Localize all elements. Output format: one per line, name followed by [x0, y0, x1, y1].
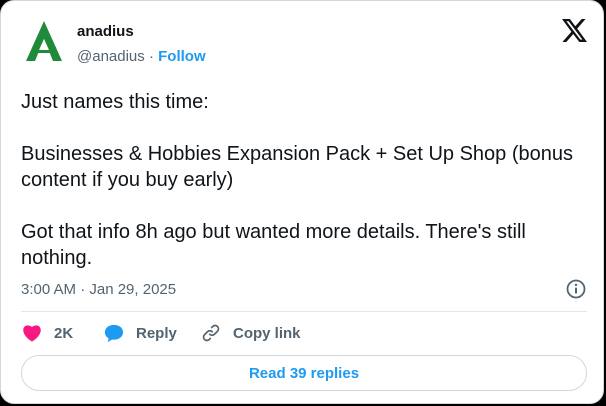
divider	[21, 311, 587, 312]
handle-separator: ·	[144, 48, 159, 65]
reply-label: Reply	[136, 324, 177, 342]
author-handle-row: @anadius · Follow	[77, 48, 206, 65]
author-handle[interactable]: @anadius	[77, 48, 145, 65]
x-logo-icon[interactable]	[562, 19, 587, 42]
tweet-card: anadius @anadius · Follow Just names thi…	[0, 0, 604, 404]
like-count: 2K	[54, 324, 74, 342]
copy-link-button[interactable]: Copy link	[201, 321, 301, 345]
info-icon[interactable]	[565, 278, 587, 300]
tweet-text: Just names this time: Businesses & Hobbi…	[21, 91, 573, 269]
speech-bubble-icon	[104, 324, 124, 342]
like-button[interactable]: 2K	[22, 321, 73, 345]
author-name[interactable]: anadius	[77, 23, 134, 40]
heart-icon	[23, 325, 41, 342]
tweet-timestamp[interactable]: 3:00 AM · Jan 29, 2025	[21, 281, 176, 298]
link-icon	[202, 324, 220, 342]
read-replies-button[interactable]: Read 39 replies	[21, 355, 587, 391]
reply-button[interactable]: Reply	[104, 321, 177, 345]
follow-link[interactable]: Follow	[158, 48, 206, 65]
avatar-icon[interactable]	[22, 19, 66, 63]
copy-link-label: Copy link	[233, 324, 301, 342]
